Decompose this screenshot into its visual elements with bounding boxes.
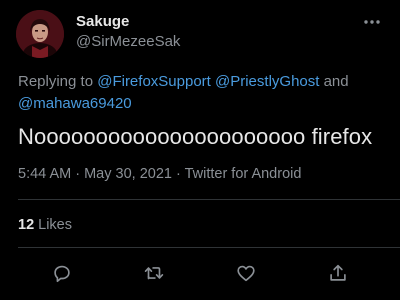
retweet-icon (144, 267, 164, 280)
reply-icon (54, 265, 70, 283)
mention-link[interactable]: @PriestlyGhost (215, 73, 319, 90)
user-handle[interactable]: @SirMezeeSak (76, 33, 180, 50)
retweet-button[interactable] (143, 262, 165, 284)
heart-icon (237, 265, 255, 282)
replying-to-label: Replying to (18, 73, 98, 90)
divider (18, 199, 400, 200)
likes-count: 12 (18, 217, 35, 233)
likes-label: Likes (38, 217, 72, 233)
likes-stat[interactable]: 12 Likes (18, 217, 72, 233)
avatar[interactable] (16, 10, 64, 58)
more-options-button[interactable] (362, 12, 382, 32)
like-button[interactable] (235, 262, 257, 284)
tweet-text: Noooooooooooooooooooooo firefox (18, 124, 373, 149)
avatar-image (16, 10, 64, 58)
more-icon (364, 20, 380, 24)
replying-to-line: Replying to @FirefoxSupport @PriestlyGho… (18, 71, 378, 115)
divider (18, 247, 400, 248)
tweet-meta: 5:44 AM · May 30, 2021 · Twitter for And… (18, 166, 302, 182)
display-name[interactable]: Sakuge (76, 13, 129, 30)
reply-button[interactable] (51, 262, 73, 284)
replying-to-joiner: and (319, 73, 349, 90)
mention-link[interactable]: @mahawa69420 (18, 95, 132, 112)
share-icon (330, 264, 346, 281)
share-button[interactable] (327, 262, 349, 284)
mention-link[interactable]: @FirefoxSupport (97, 73, 211, 90)
